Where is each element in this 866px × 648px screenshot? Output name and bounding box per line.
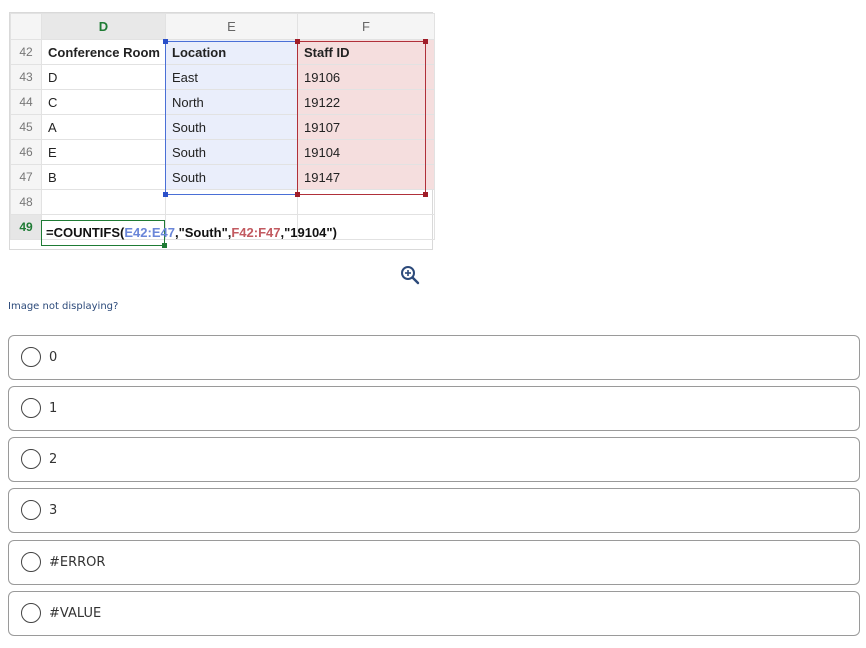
cell-e45: South (166, 115, 298, 140)
corner-cell (11, 14, 42, 40)
range-handle (423, 192, 428, 197)
radio-icon[interactable] (21, 449, 41, 469)
cell-f44: 19122 (298, 90, 435, 115)
row-header: 48 (11, 190, 42, 215)
cell-f47: 19147 (298, 165, 435, 190)
table-row: 46 E South 19104 (11, 140, 435, 165)
cell-d46: E (42, 140, 166, 165)
cell-f48 (298, 190, 435, 215)
row-header: 49 (11, 215, 42, 240)
answer-option-label: 0 (49, 336, 57, 379)
range-handle (163, 39, 168, 44)
radio-icon[interactable] (21, 398, 41, 418)
range-handle (295, 192, 300, 197)
cell-d43: D (42, 65, 166, 90)
answer-option-3[interactable]: 3 (8, 488, 860, 533)
column-header-e: E (166, 14, 298, 40)
answer-option-0[interactable]: 0 (8, 335, 860, 380)
cell-e42: Location (166, 40, 298, 65)
answer-option-error[interactable]: #ERROR (8, 540, 860, 585)
cell-f46: 19104 (298, 140, 435, 165)
row-header: 43 (11, 65, 42, 90)
table-row: 44 C North 19122 (11, 90, 435, 115)
cell-e43: East (166, 65, 298, 90)
answer-option-label: 3 (49, 489, 57, 532)
formula-criteria-2: ,"19104") (280, 225, 336, 240)
column-header-f: F (298, 14, 435, 40)
answer-option-value[interactable]: #VALUE (8, 591, 860, 636)
table-row: 42 Conference Room Location Staff ID (11, 40, 435, 65)
radio-icon[interactable] (21, 500, 41, 520)
row-header: 46 (11, 140, 42, 165)
cell-e46: South (166, 140, 298, 165)
row-header: 47 (11, 165, 42, 190)
range-handle (423, 39, 428, 44)
table-row: 48 (11, 190, 435, 215)
spreadsheet-image: D E F 42 Conference Room Location Staff … (9, 12, 433, 250)
answer-option-label: #ERROR (49, 541, 105, 584)
cell-f45: 19107 (298, 115, 435, 140)
table-row: 47 B South 19147 (11, 165, 435, 190)
spreadsheet-table: D E F 42 Conference Room Location Staff … (10, 13, 435, 240)
cell-d48 (42, 190, 166, 215)
cell-d42: Conference Room (42, 40, 166, 65)
image-not-displaying-link[interactable]: Image not displaying? (8, 301, 118, 312)
table-row: 43 D East 19106 (11, 65, 435, 90)
column-header-row: D E F (11, 14, 435, 40)
radio-icon[interactable] (21, 347, 41, 367)
radio-icon[interactable] (21, 552, 41, 572)
column-header-d: D (42, 14, 166, 40)
formula-range-e: E42:E47 (124, 225, 175, 240)
cell-e47: South (166, 165, 298, 190)
radio-icon[interactable] (21, 603, 41, 623)
formula-text: =COUNTIFS(E42:E47,"South",F42:F47,"19104… (46, 220, 337, 246)
cell-f43: 19106 (298, 65, 435, 90)
cell-e44: North (166, 90, 298, 115)
row-header: 42 (11, 40, 42, 65)
zoom-in-icon[interactable] (400, 265, 420, 285)
answer-option-label: 2 (49, 438, 57, 481)
cell-d44: C (42, 90, 166, 115)
row-header: 45 (11, 115, 42, 140)
formula-prefix: =COUNTIFS( (46, 225, 124, 240)
answer-option-label: 1 (49, 387, 57, 430)
formula-criteria-1: ,"South", (175, 225, 231, 240)
cell-d45: A (42, 115, 166, 140)
formula-range-f: F42:F47 (231, 225, 280, 240)
answer-option-label: #VALUE (49, 592, 101, 635)
cell-d47: B (42, 165, 166, 190)
cell-f42: Staff ID (298, 40, 435, 65)
cell-e48 (166, 190, 298, 215)
answer-option-1[interactable]: 1 (8, 386, 860, 431)
range-handle (163, 192, 168, 197)
range-handle (295, 39, 300, 44)
row-header: 44 (11, 90, 42, 115)
table-row: 45 A South 19107 (11, 115, 435, 140)
answer-option-2[interactable]: 2 (8, 437, 860, 482)
